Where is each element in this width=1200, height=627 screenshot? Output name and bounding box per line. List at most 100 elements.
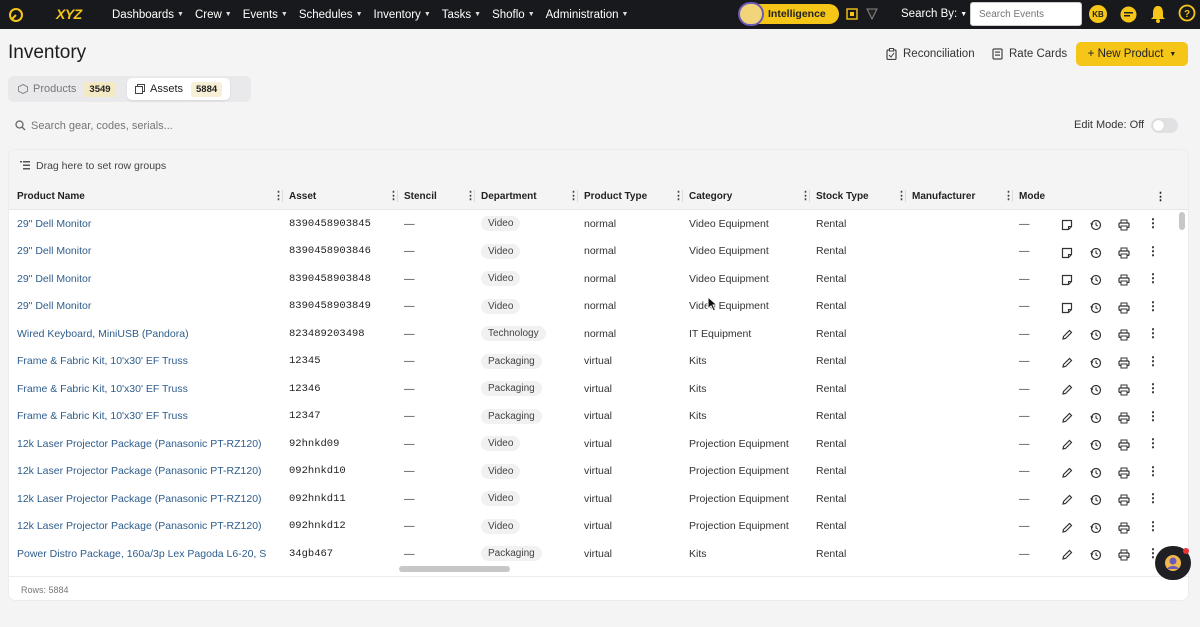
new-product-button[interactable]: + New Product ▼ xyxy=(1076,42,1188,66)
cell-product-name[interactable]: 29" Dell Monitor xyxy=(17,293,281,321)
history-icon[interactable] xyxy=(1090,548,1102,561)
history-icon[interactable] xyxy=(1090,521,1102,533)
cell-product-name[interactable]: Frame & Fabric Kit, 10'x30' EF Truss xyxy=(17,348,281,376)
table-row[interactable]: Wired Keyboard, MiniUSB (Pandora) 8234892… xyxy=(9,320,1188,348)
row-more-icon[interactable]: ⋮ xyxy=(1147,355,1159,367)
row-more-icon[interactable]: ⋮ xyxy=(1147,245,1159,257)
brand-logo[interactable]: XYZ xyxy=(56,6,82,22)
row-more-icon[interactable]: ⋮ xyxy=(1147,410,1159,422)
note-icon[interactable] xyxy=(1061,246,1073,258)
print-icon[interactable] xyxy=(1118,521,1130,533)
column-header-category[interactable]: Category ⋮ xyxy=(689,182,816,210)
row-more-icon[interactable]: ⋮ xyxy=(1147,520,1159,532)
edit-pencil-icon[interactable] xyxy=(1061,438,1073,450)
table-row[interactable]: 12k Laser Projector Package (Panasonic P… xyxy=(9,430,1188,458)
column-separator[interactable] xyxy=(397,190,398,202)
reconciliation-button[interactable]: Reconciliation xyxy=(886,43,975,65)
edit-pencil-icon[interactable] xyxy=(1061,383,1073,395)
print-icon[interactable] xyxy=(1118,218,1130,231)
table-row[interactable]: Frame & Fabric Kit, 10'x30' EF Truss 1234… xyxy=(9,375,1188,403)
help-icon[interactable]: ? xyxy=(1178,4,1196,22)
table-row[interactable]: 29" Dell Monitor 8390458903849 — Video norma… xyxy=(9,293,1188,321)
column-header-stock-type[interactable]: Stock Type ⋮ xyxy=(816,182,912,210)
column-header-manufacturer[interactable]: Manufacturer ⋮ xyxy=(912,182,1019,210)
column-separator[interactable] xyxy=(282,190,283,202)
row-more-icon[interactable]: ⋮ xyxy=(1147,300,1159,312)
history-icon[interactable] xyxy=(1090,411,1102,423)
table-row[interactable]: 29" Dell Monitor 8390458903848 — Video norma… xyxy=(9,265,1188,293)
cell-product-name[interactable]: 29" Dell Monitor xyxy=(17,210,281,238)
row-more-icon[interactable]: ⋮ xyxy=(1147,492,1159,504)
history-icon[interactable] xyxy=(1090,493,1102,506)
nav-menu-events[interactable]: Events ▼ xyxy=(243,0,288,29)
edit-pencil-icon[interactable] xyxy=(1061,411,1073,423)
cell-product-name[interactable]: Wired Keyboard, MiniUSB (Pandora) xyxy=(17,320,281,348)
nav-menu-dashboards[interactable]: Dashboards ▼ xyxy=(112,0,184,29)
support-chat-button[interactable] xyxy=(1155,546,1191,580)
integration-icon[interactable] xyxy=(866,8,878,20)
table-row[interactable]: Frame & Fabric Kit, 10'x30' EF Truss 1234… xyxy=(9,403,1188,431)
column-header-product-type[interactable]: Product Type ⋮ xyxy=(584,182,689,210)
column-separator[interactable] xyxy=(682,190,683,202)
gear-search-input[interactable] xyxy=(31,116,431,136)
history-icon[interactable] xyxy=(1090,218,1102,231)
scanner-icon[interactable] xyxy=(846,8,858,20)
column-separator[interactable] xyxy=(577,190,578,202)
chat-icon[interactable] xyxy=(1119,5,1138,24)
table-row[interactable]: Frame & Fabric Kit, 10'x30' EF Truss 1234… xyxy=(9,348,1188,376)
history-icon[interactable] xyxy=(1090,438,1102,451)
edit-pencil-icon[interactable] xyxy=(1061,548,1073,560)
table-row[interactable]: 12k Laser Projector Package (Panasonic P… xyxy=(9,513,1188,541)
vertical-scrollbar[interactable] xyxy=(1179,212,1185,230)
print-icon[interactable] xyxy=(1118,301,1130,313)
search-events-input[interactable] xyxy=(970,2,1082,26)
print-icon[interactable] xyxy=(1118,411,1130,423)
print-icon[interactable] xyxy=(1118,438,1130,451)
history-icon[interactable] xyxy=(1090,328,1102,341)
column-separator[interactable] xyxy=(474,190,475,202)
nav-menu-crew[interactable]: Crew ▼ xyxy=(195,0,232,29)
edit-pencil-icon[interactable] xyxy=(1061,466,1073,478)
table-row[interactable]: 29" Dell Monitor 8390458903846 — Video norma… xyxy=(9,238,1188,266)
print-icon[interactable] xyxy=(1118,466,1130,478)
history-icon[interactable] xyxy=(1090,356,1102,368)
cell-product-name[interactable]: 29" Dell Monitor xyxy=(17,265,281,293)
cell-product-name[interactable]: 12k Laser Projector Package (Panasonic P… xyxy=(17,458,281,486)
column-header-asset[interactable]: Asset ⋮ xyxy=(289,182,404,210)
edit-mode-toggle[interactable] xyxy=(1151,118,1178,133)
note-icon[interactable] xyxy=(1061,218,1073,231)
column-header-stencil[interactable]: Stencil ⋮ xyxy=(404,182,481,210)
column-header-mode[interactable]: Mode xyxy=(1019,182,1079,210)
horizontal-scrollbar[interactable] xyxy=(399,566,510,572)
cell-product-name[interactable]: 29" Dell Monitor xyxy=(17,238,281,266)
print-icon[interactable] xyxy=(1118,246,1130,258)
cell-product-name[interactable]: 12k Laser Projector Package (Panasonic P… xyxy=(17,485,281,513)
table-row[interactable]: 12k Laser Projector Package (Panasonic P… xyxy=(9,485,1188,513)
history-icon[interactable] xyxy=(1090,383,1102,396)
nav-menu-shoflo[interactable]: Shoflo ▼ xyxy=(492,0,535,29)
nav-menu-inventory[interactable]: Inventory ▼ xyxy=(374,0,431,29)
print-icon[interactable] xyxy=(1118,493,1130,506)
row-group-dropzone[interactable]: Drag here to set row groups xyxy=(9,150,1188,182)
tab-assets[interactable]: Assets 5884 xyxy=(127,78,231,100)
print-icon[interactable] xyxy=(1118,548,1130,561)
cell-product-name[interactable]: 12k Laser Projector Package (Panasonic P… xyxy=(17,513,281,541)
cell-product-name[interactable]: 12k Laser Projector Package (Panasonic P… xyxy=(17,430,281,458)
cell-product-name[interactable]: Power Distro Package, 160a/3p Lex Pagoda… xyxy=(17,540,281,568)
print-icon[interactable] xyxy=(1118,383,1130,396)
nav-menu-schedules[interactable]: Schedules ▼ xyxy=(299,0,363,29)
edit-pencil-icon[interactable] xyxy=(1061,493,1073,505)
note-icon[interactable] xyxy=(1061,301,1073,313)
history-icon[interactable] xyxy=(1090,246,1102,258)
column-separator[interactable] xyxy=(1012,190,1013,202)
table-row[interactable]: 12k Laser Projector Package (Panasonic P… xyxy=(9,458,1188,486)
column-header-department[interactable]: Department ⋮ xyxy=(481,182,584,210)
table-row[interactable]: Power Distro Package, 160a/3p Lex Pagoda… xyxy=(9,540,1188,568)
row-more-icon[interactable]: ⋮ xyxy=(1147,465,1159,477)
edit-pencil-icon[interactable] xyxy=(1061,328,1073,340)
edit-pencil-icon[interactable] xyxy=(1061,356,1073,368)
tab-products[interactable]: Products 3549 xyxy=(10,78,124,100)
print-icon[interactable] xyxy=(1118,273,1130,286)
column-header-product-name[interactable]: Product Name ⋮ xyxy=(17,182,289,210)
bell-icon[interactable] xyxy=(1150,5,1166,23)
